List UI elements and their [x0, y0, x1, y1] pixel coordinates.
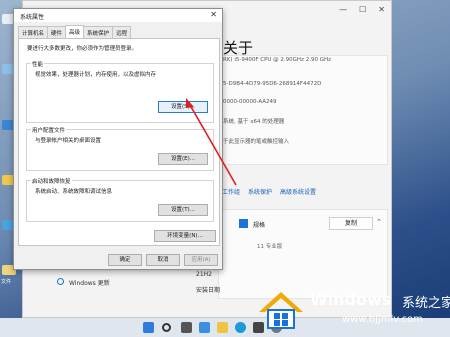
- watermark-house-logo-icon: [259, 292, 303, 329]
- cancel-button[interactable]: 取消: [146, 254, 180, 266]
- link-advanced-settings[interactable]: 高级系统设置: [280, 187, 316, 196]
- spec-system-type: 系统, 基于 x64 的处理器: [223, 119, 285, 125]
- minimize-icon[interactable]: —: [339, 5, 347, 14]
- apply-button[interactable]: 应用(A): [184, 254, 218, 266]
- windows-update-link[interactable]: Windows 更新: [69, 278, 110, 287]
- related-links: 工作组 系统保护 高级系统设置: [218, 184, 388, 198]
- user-profiles-settings-button[interactable]: 设置(E)...: [158, 153, 208, 165]
- environment-variables-button[interactable]: 环境变量(N)...: [154, 230, 216, 242]
- spec-processor: RK) i5-9400F CPU @ 2.90GHz 2.90 GHz: [223, 57, 331, 63]
- device-spec-card: RK) i5-9400F CPU @ 2.90GHz 2.90 GHz 5-D9…: [218, 55, 388, 165]
- search-icon[interactable]: [162, 323, 171, 332]
- file-explorer-icon[interactable]: [217, 322, 228, 333]
- link-workgroup[interactable]: 工作组: [222, 187, 240, 196]
- windows-edition: 11 专业版: [257, 244, 283, 250]
- copy-button[interactable]: 复制: [329, 217, 373, 230]
- tab-advanced[interactable]: 高级: [65, 25, 85, 39]
- task-view-icon[interactable]: [181, 322, 192, 333]
- spec-pen-touch: 于此显示器的笔或触控输入: [223, 139, 290, 145]
- startup-recovery-group: 启动和故障恢复 系统启动、系统故障和调试信息 设置(T)...: [26, 177, 214, 222]
- spec-ram: [219, 64, 387, 76]
- desktop-icon-label: 文件: [1, 279, 12, 285]
- window-controls: — ☐ ✕: [339, 5, 385, 14]
- watermark-brand: Windows: [310, 290, 392, 309]
- link-system-protection[interactable]: 系统保护: [248, 187, 272, 196]
- watermark: Windows 系统之家 www.bjjmlv.com: [255, 284, 450, 334]
- edge-icon[interactable]: [235, 322, 246, 333]
- user-profiles-desc: 与登录帐户相关的桌面设置: [35, 138, 102, 144]
- startup-group-title: 启动和故障恢复: [31, 177, 72, 185]
- user-profiles-group-title: 用户配置文件: [31, 126, 67, 134]
- windows-logo-icon: [239, 219, 248, 228]
- close-icon[interactable]: ✕: [210, 10, 217, 19]
- performance-group: 性能 视觉效果，处理器计划，内存使用，以及虚拟内存 设置(S)...: [26, 60, 214, 123]
- startup-desc: 系统启动、系统故障和调试信息: [35, 189, 113, 195]
- windows-spec-label: 规格: [253, 222, 266, 229]
- watermark-cn: 系统之家: [402, 296, 450, 311]
- watermark-url: www.bjjmlv.com: [342, 314, 423, 325]
- version-value: 21H2: [196, 271, 212, 278]
- admin-note: 要进行大多数更改，你必须作为管理员登录。: [27, 46, 138, 52]
- system-properties-dialog: 系统属性 ✕ 计算机名 硬件 高级 系统保护 远程 要进行大多数更改，你必须作为…: [13, 8, 223, 270]
- install-date-label: 安装日期: [196, 287, 221, 294]
- performance-settings-button[interactable]: 设置(S)...: [158, 101, 208, 113]
- close-icon[interactable]: ✕: [378, 5, 385, 14]
- widgets-icon[interactable]: [199, 322, 210, 333]
- spec-device-id: 5-D9B4-4D79-95D6-268914F4472D: [223, 81, 322, 87]
- advanced-tab-panel: 要进行大多数更改，你必须作为管理员登录。 性能 视觉效果，处理器计划，内存使用，…: [18, 38, 220, 246]
- performance-desc: 视觉效果，处理器计划，内存使用，以及虚拟内存: [35, 72, 157, 78]
- related-settings-strip: Windows 更新 21H2 安装日期: [53, 271, 223, 301]
- user-profiles-group: 用户配置文件 与登录帐户相关的桌面设置 设置(E)...: [26, 126, 214, 171]
- ok-button[interactable]: 确定: [108, 254, 142, 266]
- startup-settings-button[interactable]: 设置(T)...: [158, 204, 208, 216]
- spec-product-id: 0000-00000-AA249: [223, 99, 277, 105]
- update-icon: [57, 278, 64, 285]
- dialog-footer: 确定 取消 应用(A): [14, 251, 222, 269]
- performance-group-title: 性能: [31, 60, 45, 68]
- dialog-title: 系统属性: [20, 14, 45, 21]
- maximize-icon[interactable]: ☐: [359, 5, 366, 14]
- start-icon[interactable]: [143, 322, 154, 333]
- dialog-titlebar[interactable]: 系统属性 ✕: [14, 9, 222, 22]
- chevron-up-icon[interactable]: ⌃: [376, 218, 382, 226]
